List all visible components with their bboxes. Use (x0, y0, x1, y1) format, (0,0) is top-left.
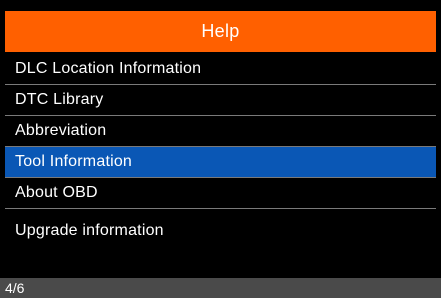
device-screen: Help DLC Location Information DTC Librar… (0, 0, 441, 298)
status-bar: 4/6 (0, 278, 441, 298)
menu-item-dtc-library[interactable]: DTC Library (5, 85, 436, 116)
menu-item-upgrade-information[interactable]: Upgrade information (5, 209, 436, 253)
page-title: Help (5, 11, 436, 52)
help-menu: DLC Location Information DTC Library Abb… (5, 54, 436, 253)
menu-item-about-obd[interactable]: About OBD (5, 178, 436, 209)
menu-item-dlc-location[interactable]: DLC Location Information (5, 54, 436, 85)
menu-item-tool-information[interactable]: Tool Information (5, 147, 436, 178)
page-indicator: 4/6 (5, 280, 25, 296)
menu-item-abbreviation[interactable]: Abbreviation (5, 116, 436, 147)
